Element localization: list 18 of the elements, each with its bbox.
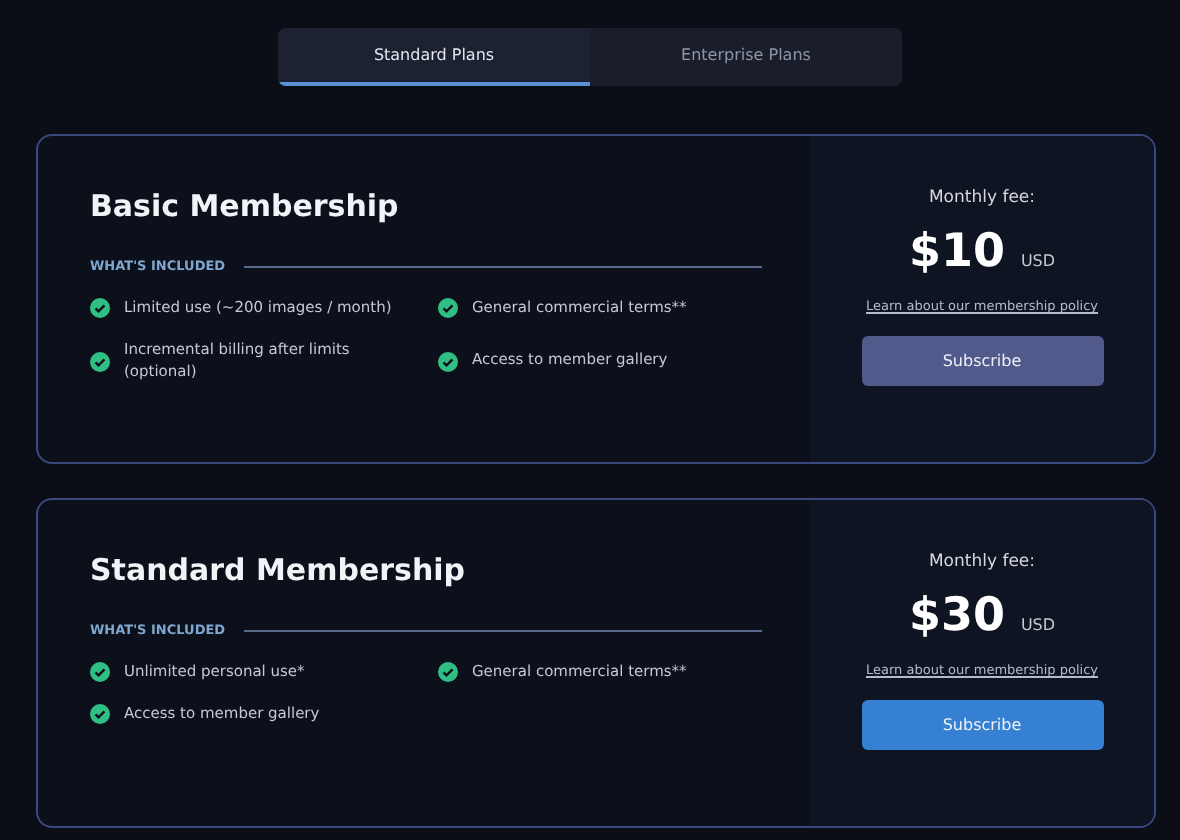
- check-icon: [90, 704, 110, 725]
- currency: USD: [1020, 252, 1056, 270]
- check-icon: [90, 662, 110, 683]
- price: $30: [908, 590, 1005, 642]
- currency: USD: [1020, 616, 1056, 634]
- check-icon: [90, 298, 110, 319]
- price: $10: [908, 226, 1005, 278]
- plan-title: Standard Membership: [90, 552, 468, 588]
- check-icon: [438, 298, 458, 319]
- check-icon: [438, 662, 458, 683]
- plan-tab[interactable]: Standard Plans: [278, 28, 590, 86]
- subscribe-button[interactable]: Subscribe: [861, 700, 1103, 750]
- subscribe-button[interactable]: Subscribe: [861, 336, 1103, 386]
- check-icon: [90, 351, 110, 372]
- plan-title: Basic Membership: [90, 188, 401, 224]
- fee-label: Monthly fee:: [928, 552, 1036, 572]
- check-icon: [438, 351, 458, 372]
- fee-label: Monthly fee:: [928, 188, 1036, 208]
